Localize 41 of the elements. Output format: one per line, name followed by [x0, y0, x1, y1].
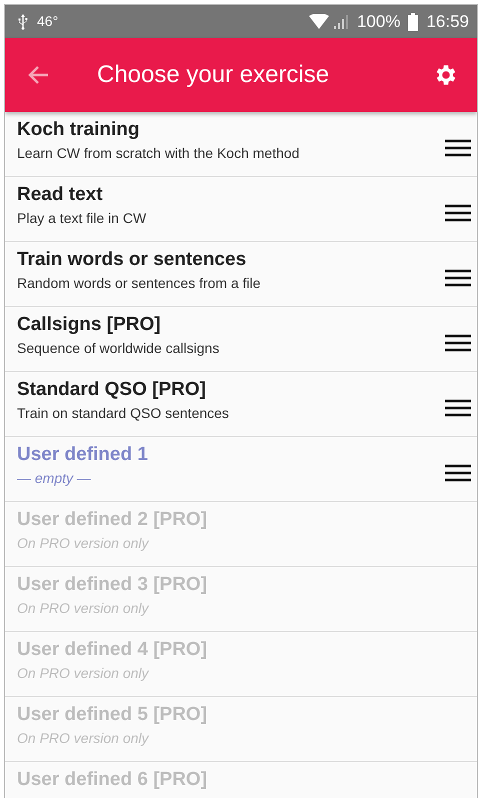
screen-title: Choose your exercise [97, 60, 330, 90]
exercise-title: User defined 3 [PRO] [17, 574, 208, 596]
usb-icon [17, 14, 29, 30]
battery-percent: 100% [356, 10, 400, 33]
drag-handle-icon[interactable] [445, 464, 471, 482]
exercise-row[interactable]: Callsigns [PRO] Sequence of worldwide callsigns [5, 307, 477, 372]
exercise-title: User defined 6 [PRO] [17, 769, 208, 791]
drag-handle-icon[interactable] [445, 204, 471, 222]
signal-icon [332, 14, 349, 29]
exercise-title: Standard QSO [PRO] [17, 379, 207, 401]
exercise-subtitle: Learn CW from scratch with the Koch method [17, 144, 300, 162]
temperature-text: 46° [37, 12, 58, 31]
exercise-title: Read text [17, 184, 104, 206]
exercise-subtitle: Sequence of worldwide callsigns [17, 338, 220, 358]
battery-icon [408, 12, 418, 30]
exercise-title: User defined 5 [PRO] [17, 704, 208, 726]
drag-handle-icon[interactable] [445, 138, 471, 156]
exercise-subtitle: On PRO version only [17, 728, 150, 748]
exercise-subtitle: On PRO version only [17, 598, 150, 618]
drag-handle-icon[interactable] [445, 268, 471, 286]
exercise-row[interactable]: Train words or sentences Random words or sentences from a file [5, 242, 477, 307]
exercise-subtitle: Play a text file in CW [17, 208, 148, 228]
exercise-title: User defined 2 [PRO] [17, 509, 208, 531]
exercise-row[interactable]: User defined 1 — empty — [5, 437, 477, 502]
clock-text: 16:59 [426, 10, 469, 33]
exercise-subtitle: Train on standard QSO sentences [17, 404, 230, 422]
exercise-row[interactable]: Standard QSO [PRO] Train on standard QSO sentences [5, 372, 477, 437]
exercise-subtitle: Random words or sentences from a file [17, 274, 262, 292]
exercise-subtitle: On PRO version only [17, 664, 150, 682]
drag-handle-icon[interactable] [445, 398, 471, 416]
exercise-row[interactable]: Read text Play a text file in CW [5, 177, 477, 242]
exercise-subtitle: — empty — [17, 468, 92, 488]
drag-handle-icon[interactable] [445, 334, 471, 352]
exercise-title: Koch training [17, 119, 140, 141]
exercise-title: User defined 4 [PRO] [17, 639, 208, 661]
wifi-icon [308, 14, 329, 29]
exercise-subtitle: On PRO version only [17, 534, 150, 552]
exercise-title: Callsigns [PRO] [17, 314, 162, 336]
exercise-title: Train words or sentences [17, 249, 248, 271]
exercise-row[interactable]: Koch training Learn CW from scratch with the Koch method [5, 112, 477, 177]
exercise-title: User defined 1 [17, 444, 149, 466]
